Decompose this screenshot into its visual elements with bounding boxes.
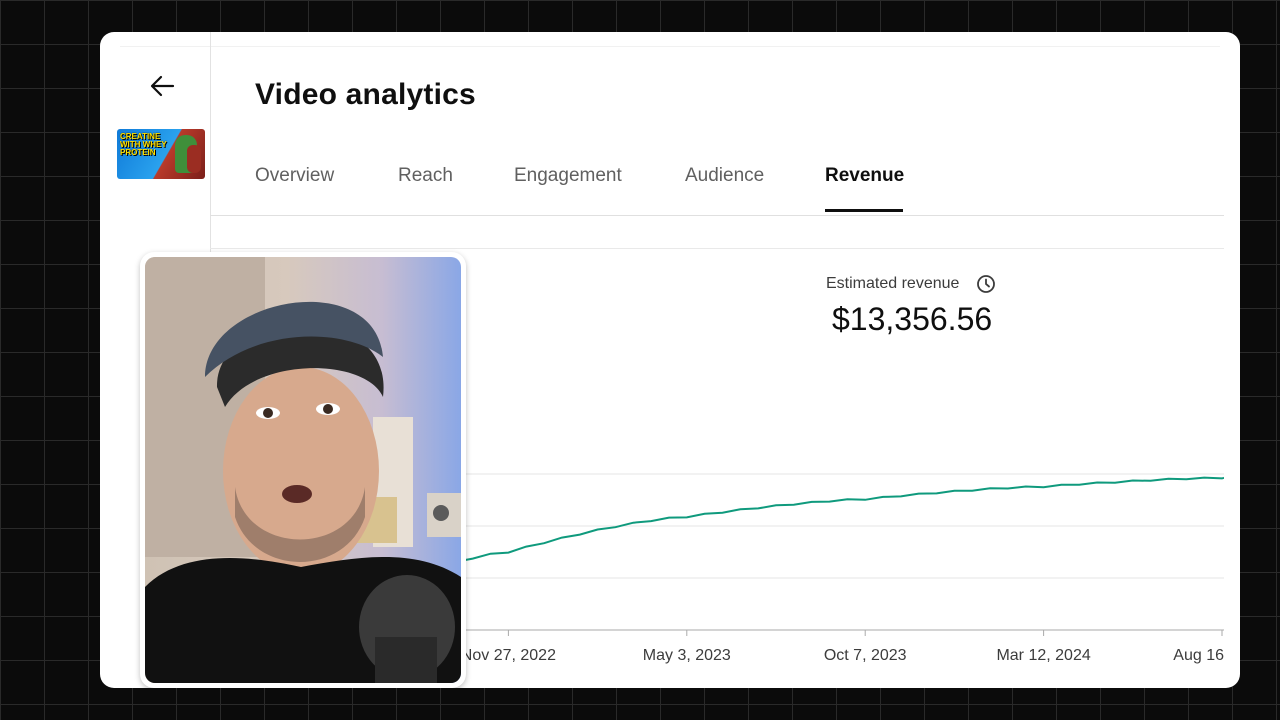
- thumbnail-product: [187, 145, 201, 173]
- tab-reach[interactable]: Reach: [398, 165, 453, 187]
- metric-label: Estimated revenue: [826, 275, 960, 292]
- metric-value: $13,356.56: [832, 301, 993, 337]
- active-tab-indicator: [825, 209, 903, 212]
- analytics-card: CREATINE WITH WHEY PROTEIN Video analyti…: [100, 32, 1240, 688]
- section-divider: [210, 248, 1224, 249]
- x-tick-label: Oct 7, 2023: [824, 647, 907, 664]
- page-title: Video analytics: [255, 78, 476, 111]
- clock-icon[interactable]: [976, 274, 996, 294]
- tab-revenue[interactable]: Revenue: [825, 165, 904, 187]
- tab-engagement[interactable]: Engagement: [514, 165, 622, 187]
- webcam-video: [145, 257, 461, 683]
- tab-overview[interactable]: Overview: [255, 165, 334, 187]
- back-button[interactable]: [144, 68, 180, 104]
- video-thumbnail[interactable]: CREATINE WITH WHEY PROTEIN: [117, 129, 205, 179]
- arrow-left-icon: [150, 75, 175, 97]
- x-tick-label: Aug 16: [1173, 647, 1224, 664]
- card-top-divider: [120, 46, 1220, 47]
- x-tick-label: Nov 27, 2022: [461, 647, 556, 664]
- presenter-illustration: [145, 257, 461, 683]
- x-tick-label: Mar 12, 2024: [996, 647, 1090, 664]
- tab-audience[interactable]: Audience: [685, 165, 764, 187]
- webcam-overlay: [140, 252, 466, 688]
- thumbnail-text: CREATINE WITH WHEY PROTEIN: [120, 132, 167, 157]
- x-tick-label: May 3, 2023: [643, 647, 731, 664]
- tabs-divider: [210, 215, 1224, 216]
